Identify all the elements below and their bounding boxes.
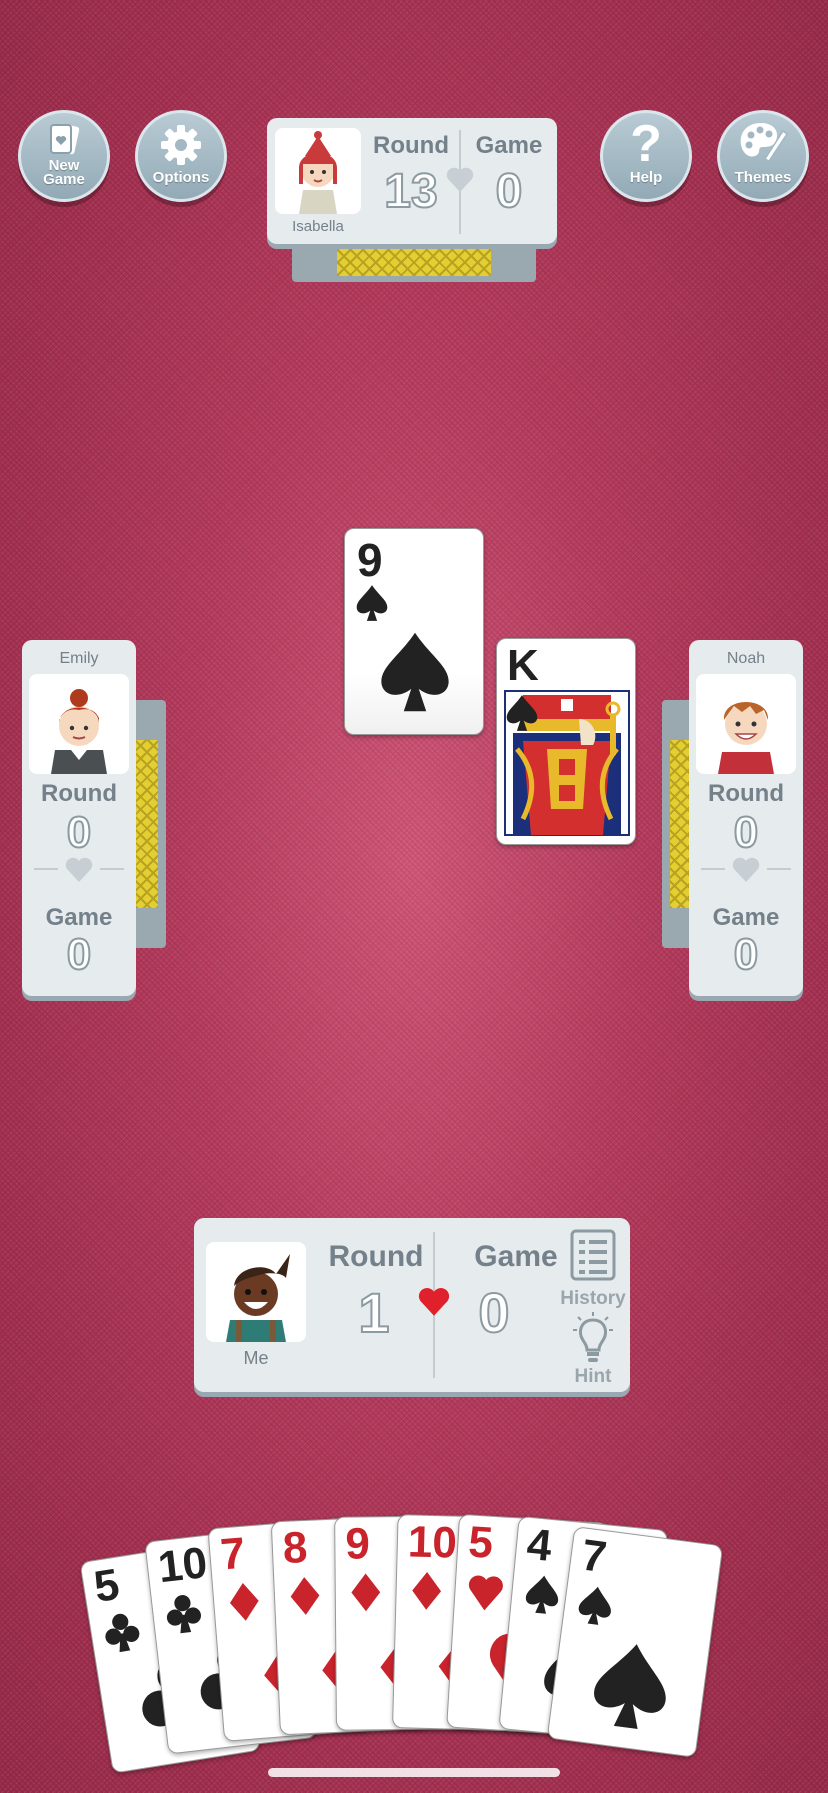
options-button[interactable]: Options	[135, 110, 227, 202]
left-round-score: 0	[66, 807, 92, 858]
options-label: Options	[152, 169, 210, 186]
right-heart-icon	[732, 857, 760, 882]
right-divider-b	[767, 868, 791, 870]
spade-icon	[356, 585, 388, 621]
played-card-2-rank: K	[507, 641, 539, 690]
history-label: History	[560, 1288, 626, 1309]
left-divider-a	[34, 868, 58, 870]
left-player-name: Emily	[59, 650, 99, 667]
top-heart-icon	[446, 167, 474, 192]
club-icon	[105, 1613, 140, 1653]
left-heart-icon	[65, 857, 93, 882]
top-hand-backs	[337, 246, 491, 276]
left-game-label: Game	[45, 904, 113, 931]
home-indicator[interactable]	[268, 1768, 560, 1777]
spade-center-icon	[381, 632, 449, 712]
themes-button[interactable]: Themes	[717, 110, 809, 202]
my-player-panel: Me Round Game 1 0 History Hint	[194, 1218, 630, 1392]
top-player-name: Isabella	[292, 218, 344, 235]
top-round-score: 13	[383, 164, 438, 219]
noah-avatar	[696, 674, 796, 774]
heart-icon	[468, 1575, 503, 1611]
my-player-name: Me	[243, 1348, 269, 1368]
left-divider-b	[100, 868, 124, 870]
help-label: Help	[629, 169, 663, 186]
left-round-label: Round	[41, 780, 117, 807]
top-round-label: Round	[373, 132, 449, 159]
palette-icon	[740, 123, 789, 162]
history-button[interactable]: History	[556, 1228, 630, 1310]
right-divider-a	[701, 868, 725, 870]
right-game-score: 0	[733, 929, 759, 980]
hand-card-rank: 5	[467, 1517, 495, 1568]
right-round-score: 0	[733, 807, 759, 858]
history-list-icon	[570, 1229, 616, 1281]
left-player-panel: Emily Round 0 Game 0	[22, 640, 136, 996]
gear-icon	[161, 125, 201, 165]
played-card-1-rank: 9	[357, 534, 383, 586]
emily-avatar	[29, 674, 129, 774]
themes-label: Themes	[734, 169, 792, 186]
new-game-label: New Game	[43, 157, 85, 188]
hint-label: Hint	[574, 1366, 612, 1387]
top-game-score: 0	[495, 164, 524, 219]
top-player-panel: Isabella Round Game 13 0	[267, 118, 557, 244]
diamond-icon	[412, 1572, 442, 1610]
hand-card-rank: 10	[155, 1538, 210, 1593]
hand-card-rank: 10	[407, 1517, 458, 1568]
hand-card-rank: 8	[281, 1522, 309, 1573]
played-card-nine-spades: 9	[344, 528, 484, 735]
my-avatar	[206, 1242, 306, 1342]
spade-icon	[525, 1575, 559, 1614]
hint-button[interactable]: Hint	[556, 1312, 630, 1392]
left-hand-backs	[136, 740, 158, 908]
new-game-button[interactable]: New Game	[18, 110, 110, 202]
question-icon: ?	[630, 115, 662, 173]
hand-card[interactable]: 7	[546, 1526, 724, 1758]
my-game-score: 0	[477, 1280, 510, 1345]
hand-card-rank: 9	[345, 1519, 371, 1569]
club-icon	[166, 1595, 202, 1634]
my-round-label: Round	[328, 1240, 424, 1273]
left-game-score: 0	[66, 929, 92, 980]
spade-center-icon	[594, 1644, 666, 1730]
right-player-panel: Noah Round 0 Game 0	[689, 640, 803, 996]
hand-card-rank: 7	[218, 1528, 247, 1580]
right-player-name: Noah	[726, 650, 766, 667]
my-heart-icon	[418, 1288, 450, 1316]
help-button[interactable]: ? Help	[600, 110, 692, 202]
lightbulb-icon	[573, 1312, 613, 1362]
isabella-avatar	[275, 128, 361, 214]
diamond-icon	[229, 1583, 259, 1621]
right-game-label: Game	[712, 904, 780, 931]
spade-icon	[506, 695, 538, 731]
diamond-icon	[351, 1573, 381, 1612]
diamond-icon	[290, 1577, 320, 1615]
top-game-label: Game	[475, 132, 543, 159]
hand-card-rank: 7	[578, 1530, 610, 1583]
hand-card-rank: 5	[90, 1559, 123, 1613]
my-round-score: 1	[357, 1280, 390, 1345]
hand-card-rank: 4	[524, 1519, 554, 1571]
right-round-label: Round	[708, 780, 784, 807]
spade-icon	[578, 1586, 611, 1625]
played-card-king-spades: K	[496, 638, 636, 845]
